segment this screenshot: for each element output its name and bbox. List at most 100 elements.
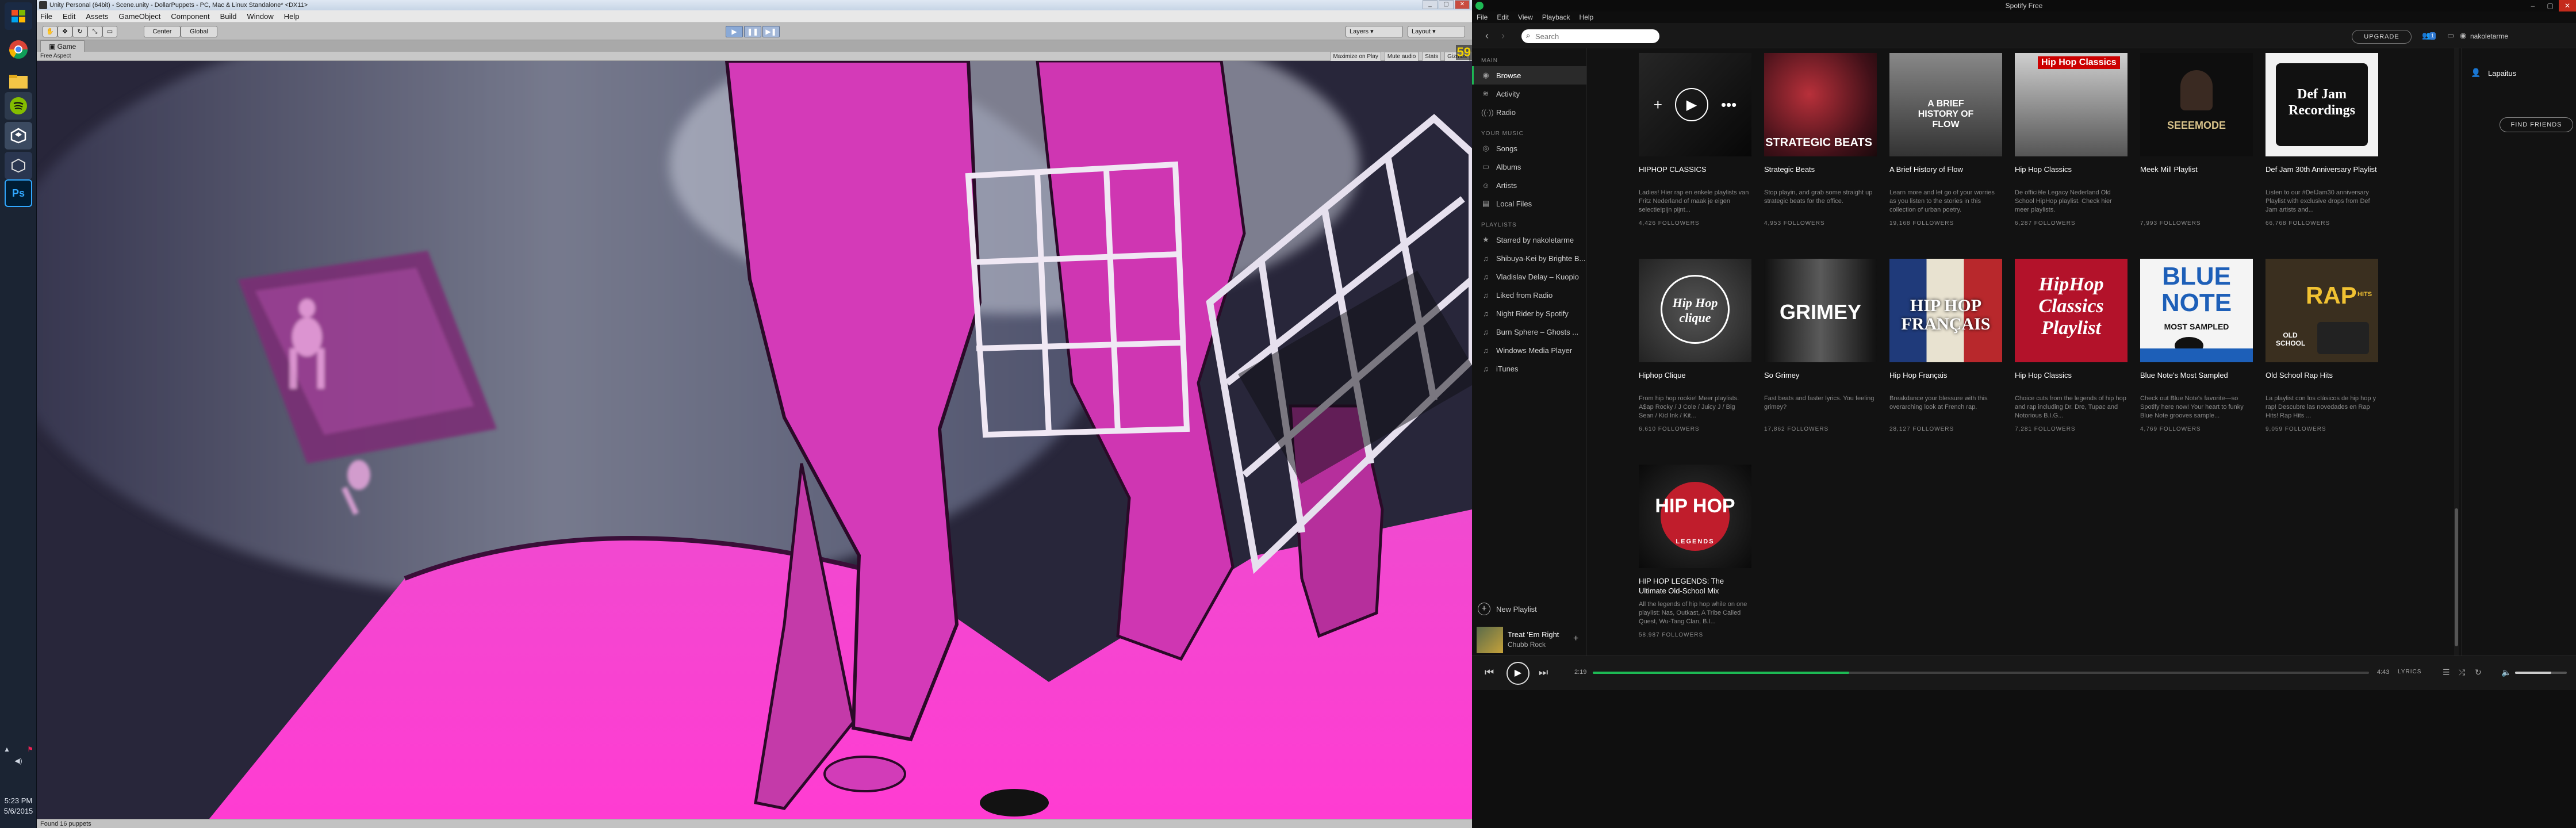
repeat-icon[interactable]: ↻ (2475, 668, 2482, 677)
sidebar-item-radio[interactable]: ((·)) Radio (1472, 103, 1586, 121)
aspect-dropdown[interactable]: Free Aspect (40, 52, 71, 61)
card-title[interactable]: Hip Hop Classics (2015, 164, 2128, 184)
card-title[interactable]: HIP HOP LEGENDS: The Ultimate Old-School… (1639, 576, 1751, 596)
sidebar-playlist-item[interactable]: ♫ Liked from Radio (1472, 286, 1586, 304)
play-icon[interactable]: ▶ (1674, 88, 1708, 121)
progress-bar[interactable] (1593, 672, 2369, 674)
volume-icon[interactable]: ◀) (3, 757, 33, 765)
sidebar-playlist-item[interactable]: ♫ iTunes (1472, 359, 1586, 378)
now-playing-artist[interactable]: Chubb Rock (1508, 641, 1546, 649)
photoshop-icon[interactable]: Ps (5, 179, 32, 207)
now-playing-title[interactable]: Treat 'Em Right (1508, 630, 1559, 639)
upgrade-button[interactable]: UPGRADE (2352, 30, 2412, 44)
card-title[interactable]: Old School Rap Hits (2266, 370, 2378, 390)
sidebar-playlist-item[interactable]: ♫ Vladislav Delay – Kuopio (1472, 267, 1586, 286)
hand-tool-icon[interactable]: ✋ (43, 26, 57, 37)
sidebar-playlist-item[interactable]: ♫ Night Rider by Spotify (1472, 304, 1586, 323)
card-title[interactable]: Hip Hop Français (1889, 370, 2002, 390)
close-button[interactable]: ✕ (1455, 0, 1470, 9)
sidebar-item-browse[interactable]: ◉ Browse (1472, 66, 1586, 85)
taskbar-clock[interactable]: 5:23 PM 5/6/2015 (0, 796, 37, 816)
playlist-card[interactable]: HIP HOP FRANÇAIS Hip Hop Français Breakd… (1889, 259, 2002, 432)
sidebar-item-local-files[interactable]: ▤ Local Files (1472, 194, 1586, 213)
playlist-card[interactable]: A BRIEF HISTORY OF FLOW A Brief History … (1889, 53, 2002, 227)
menu-help[interactable]: Help (1580, 12, 1594, 23)
playlist-card[interactable]: RAP HITS OLD SCHOOL Old School Rap Hits … (2266, 259, 2378, 432)
menu-build[interactable]: Build (220, 12, 237, 21)
menu-file[interactable]: File (1477, 12, 1488, 23)
menu-file[interactable]: File (40, 12, 52, 21)
new-playlist-button[interactable]: + New Playlist (1478, 603, 1537, 615)
playlist-card[interactable]: Hip Hop Classics Hip Hop Classics De off… (2015, 53, 2128, 227)
playlist-card[interactable]: Def Jam Recordings Def Jam 30th Annivers… (2266, 53, 2378, 227)
playlist-card[interactable]: Hip Hop clique Hiphop Clique From hip ho… (1639, 259, 1751, 432)
pivot-center-button[interactable]: Center (144, 26, 181, 37)
menu-edit[interactable]: Edit (63, 12, 75, 21)
chrome-icon[interactable] (5, 36, 32, 63)
spotify-title-bar[interactable]: Spotify Free – ▢ ✕ (1472, 0, 2576, 12)
close-button[interactable]: ✕ (2559, 0, 2576, 12)
sidebar-item-albums[interactable]: ▭ Albums (1472, 158, 1586, 176)
menu-help[interactable]: Help (284, 12, 300, 21)
card-title[interactable]: Meek Mill Playlist (2140, 164, 2253, 184)
menu-gameobject[interactable]: GameObject (118, 12, 160, 21)
scale-tool-icon[interactable]: ⤡ (87, 26, 102, 37)
playlist-card[interactable]: STRATEGIC BEATS Strategic Beats Stop pla… (1764, 53, 1877, 227)
shuffle-icon[interactable]: ⤮ (2459, 668, 2465, 677)
volume-icon[interactable]: 🔈 (2501, 668, 2511, 677)
network-icon[interactable]: ▲ (3, 745, 10, 753)
pause-button[interactable]: ❚❚ (744, 26, 761, 37)
main-scrollbar[interactable] (2454, 48, 2459, 656)
add-icon[interactable]: + (1654, 96, 1662, 114)
unity-title-bar[interactable]: Unity Personal (64bit) - Scene.unity - D… (37, 0, 1472, 10)
layout-dropdown[interactable]: Layout ▾ (1408, 26, 1465, 37)
next-icon[interactable]: ⏭ (1539, 666, 1548, 678)
play-pause-button[interactable]: ▶ (1506, 662, 1529, 685)
move-tool-icon[interactable]: ✥ (57, 26, 72, 37)
step-button[interactable]: ▶❚ (762, 26, 780, 37)
menu-view[interactable]: View (1518, 12, 1533, 23)
add-to-library-icon[interactable]: + (1573, 634, 1578, 644)
menu-component[interactable]: Component (171, 12, 209, 21)
menu-window[interactable]: Window (247, 12, 274, 21)
maximize-button[interactable]: ▢ (1439, 0, 1454, 9)
lyrics-button[interactable]: LYRICS (2398, 669, 2421, 675)
menu-edit[interactable]: Edit (1497, 12, 1509, 23)
previous-icon[interactable]: ⏮ (1485, 666, 1494, 678)
unity-icon-2[interactable] (5, 152, 32, 179)
sidebar-playlist-item[interactable]: ♫ Windows Media Player (1472, 341, 1586, 359)
minimize-button[interactable]: _ (1423, 0, 1438, 9)
minimize-button[interactable]: – (2524, 0, 2542, 12)
menu-assets[interactable]: Assets (86, 12, 108, 21)
global-local-button[interactable]: Global (181, 26, 217, 37)
unity-icon[interactable] (5, 122, 32, 150)
sidebar-item-artists[interactable]: ☺ Artists (1472, 176, 1586, 194)
card-title[interactable]: A Brief History of Flow (1889, 164, 2002, 184)
volume-slider[interactable] (2515, 672, 2567, 674)
tab-game[interactable]: ▣ Game (40, 40, 85, 52)
sidebar-item-songs[interactable]: ◎ Songs (1472, 139, 1586, 158)
more-icon[interactable]: ••• (1721, 96, 1736, 114)
playlist-card[interactable]: GRIMEY So Grimey Fast beats and faster l… (1764, 259, 1877, 432)
card-title[interactable]: Hiphop Clique (1639, 370, 1751, 390)
playlist-card[interactable]: BLUE NOTE MOST SAMPLED Blue Note's Most … (2140, 259, 2253, 432)
card-title[interactable]: So Grimey (1764, 370, 1877, 390)
scrollbar-thumb[interactable] (2455, 508, 2458, 646)
play-button[interactable]: ▶ (726, 26, 743, 37)
playlist-card[interactable]: HipHop Classics Playlist Hip Hop Classic… (2015, 259, 2128, 432)
search-input[interactable] (1535, 31, 1650, 41)
sidebar-playlist-item[interactable]: ♫ Shibuya-Kei by Brighte B... (1472, 249, 1586, 267)
back-arrow-icon[interactable]: ‹ (1481, 30, 1493, 41)
card-title[interactable]: Def Jam 30th Anniversary Playlist (2266, 164, 2378, 184)
sidebar-playlist-item[interactable]: ★ Starred by nakoletarme (1472, 231, 1586, 249)
playlist-card[interactable]: HIP HOP LEGENDS HIP HOP LEGENDS: The Ult… (1639, 465, 1751, 638)
rect-tool-icon[interactable]: ▭ (102, 26, 117, 37)
game-view-render[interactable] (37, 61, 1472, 819)
find-friends-button[interactable]: FIND FRIENDS (2500, 117, 2573, 132)
spotify-icon[interactable] (5, 92, 32, 120)
friend-name[interactable]: Lapaitus (2488, 69, 2516, 78)
user-avatar-icon[interactable]: ◉ (2460, 31, 2466, 40)
rotate-tool-icon[interactable]: ↻ (72, 26, 87, 37)
queue-icon[interactable]: ☰ (2443, 668, 2450, 677)
card-title[interactable]: Hip Hop Classics (2015, 370, 2128, 390)
